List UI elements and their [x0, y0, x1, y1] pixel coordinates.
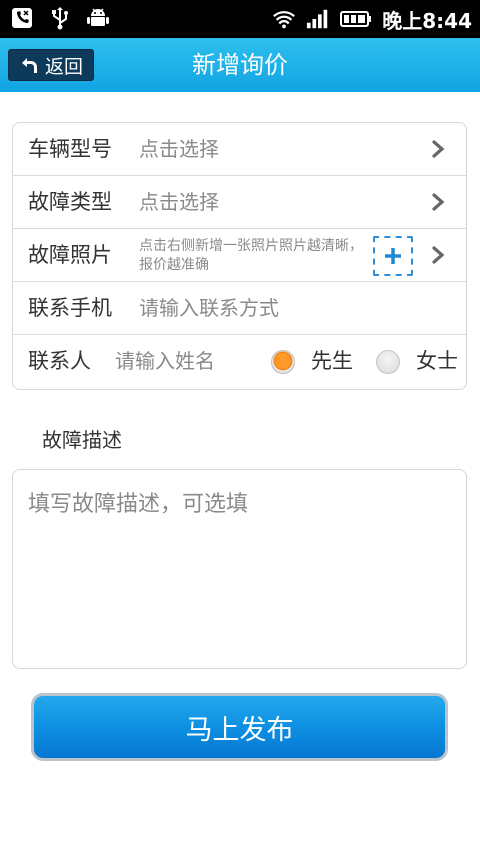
- back-arrow-icon: [21, 58, 37, 73]
- publish-label: 马上发布: [185, 714, 294, 746]
- chevron-right-icon[interactable]: [428, 245, 448, 265]
- signal-icon: [306, 7, 330, 31]
- vehicle-model-row[interactable]: 车辆型号 点击选择: [13, 123, 466, 176]
- plus-icon: [385, 248, 401, 264]
- description-title: 故障描述: [42, 428, 122, 452]
- back-label: 返回: [44, 55, 83, 78]
- vehicle-model-value: 点击选择: [139, 137, 219, 161]
- fault-photo-label: 故障照片: [28, 243, 112, 267]
- radio-female[interactable]: [376, 350, 400, 374]
- status-time: 晚上8:44: [382, 8, 472, 33]
- add-photo-button[interactable]: [373, 236, 413, 276]
- missed-call-icon: [10, 6, 34, 30]
- radio-male-label[interactable]: 先生: [311, 335, 353, 388]
- wifi-icon: [272, 7, 296, 31]
- back-button[interactable]: 返回: [8, 49, 94, 81]
- usb-icon: [48, 6, 72, 30]
- description-textarea[interactable]: 填写故障描述，可选填: [12, 469, 467, 669]
- fault-type-value: 点击选择: [139, 190, 219, 214]
- contact-name-input[interactable]: 请输入姓名: [115, 335, 215, 388]
- publish-button[interactable]: 马上发布: [31, 693, 448, 761]
- fault-photo-hint: 点击右侧新增一张照片照片越清晰，报价越准确: [139, 238, 363, 273]
- title-bar: 新增询价 返回: [0, 38, 480, 92]
- description-placeholder: 填写故障描述，可选填: [28, 492, 249, 517]
- phone-row: 联系手机 请输入联系方式: [13, 282, 466, 335]
- battery-icon: [340, 7, 372, 31]
- inquiry-form: 车辆型号 点击选择 故障类型 点击选择 故障照片 点击右侧新增一张照片照片越清晰…: [12, 122, 467, 390]
- android-debug-icon: [86, 6, 110, 30]
- chevron-right-icon: [432, 193, 445, 211]
- vehicle-model-label: 车辆型号: [28, 137, 112, 161]
- phone-input[interactable]: 请输入联系方式: [139, 282, 279, 335]
- fault-type-row[interactable]: 故障类型 点击选择: [13, 176, 466, 229]
- chevron-right-icon: [432, 140, 445, 158]
- radio-male[interactable]: [271, 350, 295, 374]
- fault-photo-row: 故障照片 点击右侧新增一张照片照片越清晰，报价越准确: [13, 229, 466, 282]
- radio-female-label[interactable]: 女士: [416, 335, 458, 388]
- contact-label: 联系人: [28, 349, 91, 373]
- contact-row: 联系人 请输入姓名 先生 女士: [13, 335, 466, 388]
- phone-label: 联系手机: [28, 296, 112, 320]
- status-bar: 晚上8:44: [0, 0, 480, 38]
- fault-type-label: 故障类型: [28, 190, 112, 214]
